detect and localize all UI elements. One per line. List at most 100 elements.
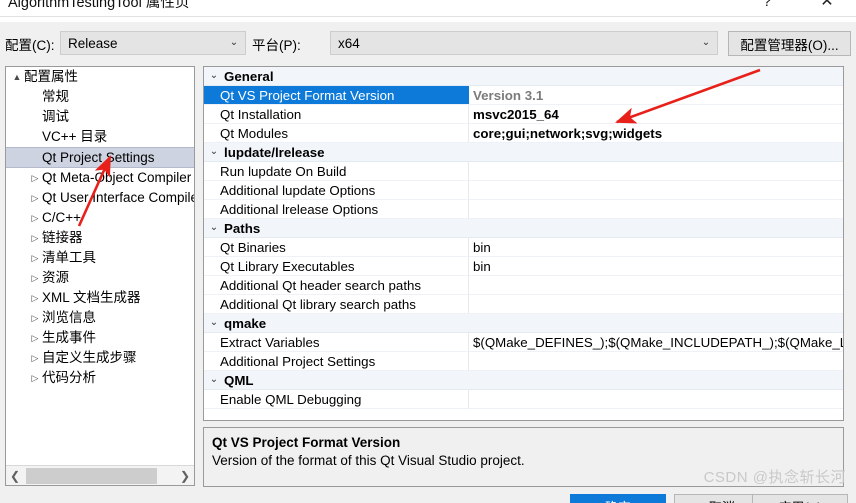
tree-item[interactable]: ▷ 自定义生成步骤 [6,348,194,368]
property-value-cell[interactable] [469,219,843,238]
property-row[interactable]: Additional lupdate Options [204,181,843,200]
configuration-manager-button[interactable]: 配置管理器(O)... [728,31,851,56]
property-name-cell[interactable]: Qt Installation [204,105,469,124]
chevron-down-icon[interactable]: ⌄ [204,67,224,85]
property-row[interactable]: Qt VS Project Format Version Version 3.1 [204,86,843,105]
scroll-left-icon[interactable]: ❮ [6,467,24,485]
apply-button[interactable]: 应用(A) [752,494,848,503]
collapsed-arrow-icon[interactable]: ▷ [28,368,42,388]
property-row[interactable]: Enable QML Debugging [204,390,843,409]
tree-item[interactable]: ▷ 链接器 [6,228,194,248]
tree-horizontal-scrollbar[interactable]: ❮ ❯ [6,465,194,485]
tree-item[interactable]: 常规 [6,87,194,107]
category-header[interactable]: ⌄ Paths [204,219,469,238]
property-row[interactable]: Qt Library Executables bin [204,257,843,276]
collapsed-arrow-icon[interactable]: ▷ [28,288,42,308]
configuration-tree[interactable]: ▲ 配置属性 常规 调试 VC++ 目录 Qt Project Settings ▷ Qt M… [6,67,194,465]
platform-combobox[interactable]: x64 ⌄ [330,31,718,55]
property-row[interactable]: Additional lrelease Options [204,200,843,219]
chevron-down-icon[interactable]: ⌄ [204,371,224,389]
property-name-cell[interactable]: Extract Variables [204,333,469,352]
property-value-cell[interactable] [469,181,843,200]
tree-item[interactable]: 调试 [6,107,194,127]
property-category-row[interactable]: ⌄ qmake [204,314,843,333]
property-value-cell[interactable]: bin [469,257,843,276]
scroll-right-icon[interactable]: ❯ [176,467,194,485]
scrollbar-track[interactable] [24,467,176,485]
tree-item[interactable]: ▷ 浏览信息 [6,308,194,328]
property-value-cell[interactable]: bin [469,238,843,257]
property-value-cell[interactable] [469,200,843,219]
property-value-cell[interactable]: msvc2015_64 [469,105,843,124]
chevron-down-icon[interactable]: ⌄ [204,314,224,332]
tree-item[interactable]: ▷ 清单工具 [6,248,194,268]
category-header[interactable]: ⌄ QML [204,371,469,390]
category-header[interactable]: ⌄ qmake [204,314,469,333]
property-value-cell[interactable] [469,314,843,333]
collapsed-arrow-icon[interactable]: ▷ [28,248,42,268]
configuration-combobox[interactable]: Release ⌄ [60,31,246,55]
property-value-cell[interactable]: $(QMake_DEFINES_);$(QMake_INCLUDEPATH_);… [469,333,843,352]
tree-item[interactable]: ▷ 代码分析 [6,368,194,388]
property-row[interactable]: Extract Variables $(QMake_DEFINES_);$(QMa… [204,333,843,352]
property-name-cell[interactable]: Additional lrelease Options [204,200,469,219]
collapsed-arrow-icon[interactable]: ▷ [28,308,42,328]
tree-item[interactable]: ▷ XML 文档生成器 [6,288,194,308]
collapsed-arrow-icon[interactable]: ▷ [28,208,42,228]
help-button[interactable]: ? [744,0,790,14]
property-value-cell[interactable] [469,143,843,162]
property-row[interactable]: Additional Project Settings [204,352,843,371]
property-name-cell[interactable]: Qt Modules [204,124,469,143]
property-value-cell[interactable] [469,67,843,86]
tree-item[interactable]: ▷ Qt User Interface Compiler [6,188,194,208]
property-value-cell[interactable] [469,390,843,409]
collapsed-arrow-icon[interactable]: ▷ [28,268,42,288]
property-value-cell[interactable] [469,295,843,314]
property-row[interactable]: Qt Installation msvc2015_64 [204,105,843,124]
property-name-cell[interactable]: Qt Library Executables [204,257,469,276]
scrollbar-thumb[interactable] [26,467,157,484]
property-category-row[interactable]: ⌄ lupdate/lrelease [204,143,843,162]
property-name-cell[interactable]: Additional Project Settings [204,352,469,371]
tree-item[interactable]: ▷ C/C++ [6,208,194,228]
tree-item[interactable]: ▷ 生成事件 [6,328,194,348]
property-row[interactable]: Run lupdate On Build [204,162,843,181]
property-row[interactable]: Additional Qt library search paths [204,295,843,314]
collapsed-arrow-icon[interactable]: ▷ [28,328,42,348]
category-header[interactable]: ⌄ General [204,67,469,86]
close-button[interactable]: ✕ [804,0,850,14]
category-header[interactable]: ⌄ lupdate/lrelease [204,143,469,162]
property-name-cell[interactable]: Additional Qt library search paths [204,295,469,314]
property-category-row[interactable]: ⌄ QML [204,371,843,390]
property-row[interactable]: Qt Modules core;gui;network;svg;widgets [204,124,843,143]
tree-item[interactable]: Qt Project Settings [6,147,194,168]
property-name-cell[interactable]: Qt Binaries [204,238,469,257]
property-category-row[interactable]: ⌄ General [204,67,843,86]
collapsed-arrow-icon[interactable]: ▷ [28,228,42,248]
tree-item[interactable]: VC++ 目录 [6,127,194,147]
property-value-cell[interactable]: core;gui;network;svg;widgets [469,124,843,143]
property-value-cell[interactable] [469,276,843,295]
collapsed-arrow-icon[interactable]: ▷ [28,348,42,368]
property-name-cell[interactable]: Qt VS Project Format Version [204,86,469,105]
property-category-row[interactable]: ⌄ Paths [204,219,843,238]
property-row[interactable]: Qt Binaries bin [204,238,843,257]
tree-item[interactable]: ▲ 配置属性 [6,67,194,87]
tree-item[interactable]: ▷ 资源 [6,268,194,288]
property-name-cell[interactable]: Additional lupdate Options [204,181,469,200]
property-value-cell[interactable]: Version 3.1 [469,86,843,105]
property-grid[interactable]: ⌄ General Qt VS Project Format Version Vers… [203,66,844,421]
collapsed-arrow-icon[interactable]: ▷ [28,168,42,188]
property-value-cell[interactable] [469,352,843,371]
property-value-cell[interactable] [469,371,843,390]
property-name-cell[interactable]: Additional Qt header search paths [204,276,469,295]
expanded-arrow-icon[interactable]: ▲ [10,67,24,87]
tree-item[interactable]: ▷ Qt Meta-Object Compiler [6,168,194,188]
chevron-down-icon[interactable]: ⌄ [204,143,224,161]
property-value-cell[interactable] [469,162,843,181]
property-name-cell[interactable]: Enable QML Debugging [204,390,469,409]
ok-button[interactable]: 确定 [570,494,666,503]
property-name-cell[interactable]: Run lupdate On Build [204,162,469,181]
chevron-down-icon[interactable]: ⌄ [204,219,224,237]
property-row[interactable]: Additional Qt header search paths [204,276,843,295]
